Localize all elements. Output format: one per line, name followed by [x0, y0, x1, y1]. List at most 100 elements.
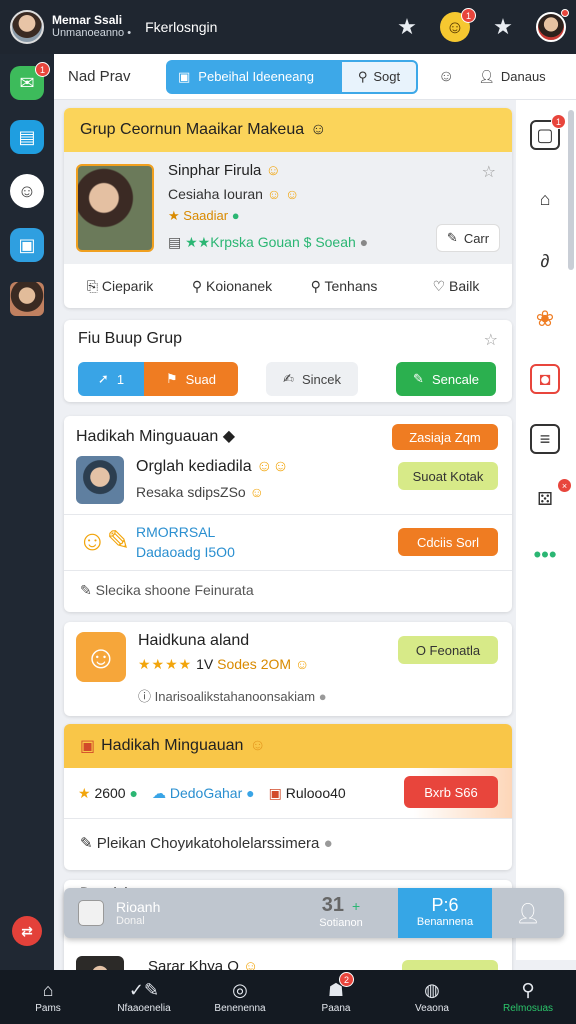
- smile-icon: ☺: [249, 737, 266, 754]
- task-card: Hadikah Minguauan ◆ Zasiaja Zqm Orglah k…: [64, 416, 512, 612]
- contact-avatar[interactable]: [10, 282, 44, 316]
- nav-globe[interactable]: ◍ Veaona: [384, 970, 480, 1024]
- secondary-button[interactable]: ✍ Sincek: [266, 362, 358, 396]
- promo-rating: ★★★★ 1V Sodes 2OM ☺: [138, 656, 310, 672]
- dice-badge: ×: [557, 478, 572, 493]
- gift-icon[interactable]: ❀: [530, 304, 560, 334]
- calendar-icon: ▣: [80, 738, 96, 755]
- action-item[interactable]: ♡ Bailk: [400, 278, 512, 295]
- dice-icon[interactable]: ⚄ ×: [530, 478, 572, 514]
- user-avatar[interactable]: [10, 10, 44, 44]
- card-button[interactable]: ✎ Carr: [436, 224, 500, 252]
- item-name: Orglah kediadila ☺☺: [136, 458, 289, 475]
- profile-rating: ▤ ★★Krpska Gouan $ Soeah ●: [168, 234, 369, 250]
- chat-icon[interactable]: ▢ 1: [530, 114, 566, 150]
- task-tag[interactable]: Zasiaja Zqm: [392, 424, 498, 450]
- tag-icon[interactable]: ⌂: [530, 184, 560, 214]
- user-menu[interactable]: 👤︎ Danaus: [478, 69, 545, 85]
- right-rail: ▢ 1 ⌂ ∂ ❀ ◘ ≡ ⚄ × •••: [516, 100, 576, 960]
- alert-icon[interactable]: ◘: [530, 364, 560, 394]
- stats-label-2: Donal: [116, 915, 145, 927]
- bottom-nav: ⌂ Pams ✓✎ Nfaaoenelia ◎ Benenenna ☗ 2 Paana ◍…: [0, 970, 576, 1024]
- nav-edit[interactable]: ✓✎ Nfaaoenelia: [96, 970, 192, 1024]
- stats-counter[interactable]: 31 + Sotianon: [284, 888, 398, 938]
- split-button[interactable]: ➚ 1 ⚑ Suad: [78, 362, 238, 396]
- promo-card: ☺ Haidkuna aland ★★★★ 1V Sodes 2OM ☺ O F…: [64, 622, 512, 716]
- message-icon[interactable]: ≡: [530, 424, 560, 454]
- split-button-left[interactable]: ➚ 1: [78, 362, 144, 396]
- tab-active[interactable]: ▣ Pebeihal Ideeneang: [166, 59, 342, 94]
- item-subtitle-2: Dadaoadg I5O0: [136, 544, 235, 560]
- sync-icon[interactable]: ∂: [530, 246, 560, 276]
- chat-app-icon[interactable]: ✉ 1: [10, 62, 50, 100]
- nav-badge: 2: [339, 972, 354, 987]
- tab-active-label: Pebeihal Ideeneang: [198, 69, 314, 84]
- bottom-card-avatar[interactable]: [76, 956, 124, 970]
- emoji-pencil-icon: ☺✎: [78, 525, 131, 556]
- feed: Grup Ceornun Maaikar Makeua ☺ Sinphar Fi…: [54, 100, 516, 970]
- tool-icon: ✍: [283, 371, 294, 386]
- emoji-icon[interactable]: ☺: [438, 68, 454, 86]
- group-card-header: Grup Ceornun Maaikar Makeua ☺: [64, 108, 512, 152]
- item-button[interactable]: Suoat Kotak: [398, 462, 498, 490]
- bottom-card-button[interactable]: [402, 960, 498, 970]
- item-button-2[interactable]: Cdciis Sorl: [398, 528, 498, 556]
- emoji-icon: ☺: [76, 632, 126, 682]
- task-card-title: Hadikah Minguauan ◆: [76, 428, 236, 445]
- user-info[interactable]: Memar Ssali Unmanoeanno •: [52, 14, 131, 40]
- home-icon: ⌂: [42, 980, 54, 1000]
- action-item[interactable]: ⚲ Koionanek: [176, 278, 288, 295]
- stats-value: 31: [321, 894, 345, 916]
- nav-home[interactable]: ⌂ Pams: [0, 970, 96, 1024]
- task-card-2-button[interactable]: Bxrb S66: [404, 776, 498, 808]
- group-action-card: Fiu Buup Grup ☆ ➚ 1 ⚑ Suad ✍ Sincek ✎ Sencal…: [64, 320, 512, 402]
- nav-check[interactable]: ◎ Benenenna: [192, 970, 288, 1024]
- scrollbar[interactable]: [568, 110, 574, 270]
- stats-active[interactable]: P:6 Benannena: [398, 888, 492, 938]
- stat-item: ★ 2600 ●: [78, 784, 138, 801]
- task-card-2-footer[interactable]: ✎ Pleikan Choyиkatoholelarssimera ●: [80, 834, 333, 852]
- group-card: Grup Ceornun Maaikar Makeua ☺ Sinphar Fi…: [64, 108, 512, 308]
- stats-active-label: Benannena: [416, 916, 474, 928]
- action-item[interactable]: ⚲ Tenhans: [288, 278, 400, 295]
- task-card-2-header: ▣ Hadikah Minguauan ☺: [64, 724, 512, 768]
- plus-icon: +: [352, 898, 361, 914]
- card-icon: ▣: [178, 68, 191, 84]
- box-icon: [78, 900, 104, 926]
- star-outline-icon[interactable]: ★: [488, 12, 518, 42]
- nav-search[interactable]: ⚲ Relmosuas: [480, 970, 576, 1024]
- more-icon[interactable]: •••: [530, 540, 560, 570]
- profile-avatar-icon[interactable]: [536, 9, 569, 42]
- bin-icon[interactable]: ▤: [10, 120, 44, 154]
- group-action-title: Fiu Buup Grup: [78, 330, 183, 347]
- rocket-icon: ➚: [97, 371, 109, 386]
- split-button-right[interactable]: ⚑ Suad: [144, 362, 238, 396]
- task-footer[interactable]: ✎ Slecika shoone Feinurata: [80, 582, 254, 599]
- favorite-star-icon[interactable]: ☆: [482, 162, 496, 182]
- emoji-icon[interactable]: ☺ 1: [440, 8, 476, 42]
- left-rail: ✉ 1 ▤ ☺ ▣ ⇄: [0, 54, 54, 970]
- nav-people[interactable]: ☗ 2 Paana: [288, 970, 384, 1024]
- smiley-icon[interactable]: ☺: [10, 174, 44, 208]
- check-circle-icon: ◎: [232, 980, 248, 1000]
- user-menu-label: Danaus: [500, 69, 546, 84]
- top-icons: ★ ☺ 1 ★: [392, 8, 569, 42]
- edit-icon: ✓✎: [128, 980, 160, 1000]
- profile-photo[interactable]: [76, 164, 154, 252]
- edit-icon: ✎: [446, 230, 458, 245]
- action-item[interactable]: ⎘ Cieparik: [64, 278, 176, 295]
- profile-icon[interactable]: 👤︎: [492, 888, 564, 938]
- tab-search[interactable]: ⚲ Sogt: [342, 59, 418, 94]
- user-subtitle: Unmanoeanno •: [52, 27, 132, 39]
- star-icon[interactable]: ★: [392, 12, 422, 42]
- stats-value-label: Sotianon: [319, 917, 363, 929]
- primary-button[interactable]: ✎ Sencale: [396, 362, 496, 396]
- search-icon: ⚲: [357, 68, 368, 84]
- promo-button[interactable]: O Feonatla: [398, 636, 498, 664]
- messages-icon[interactable]: ▣: [10, 228, 44, 262]
- stats-section[interactable]: Rioanh Donal: [64, 888, 284, 938]
- user-icon: 👤︎: [478, 68, 495, 84]
- favorite-star-icon[interactable]: ☆: [484, 330, 498, 350]
- exit-icon[interactable]: ⇄: [12, 916, 42, 946]
- item-avatar[interactable]: [76, 456, 124, 504]
